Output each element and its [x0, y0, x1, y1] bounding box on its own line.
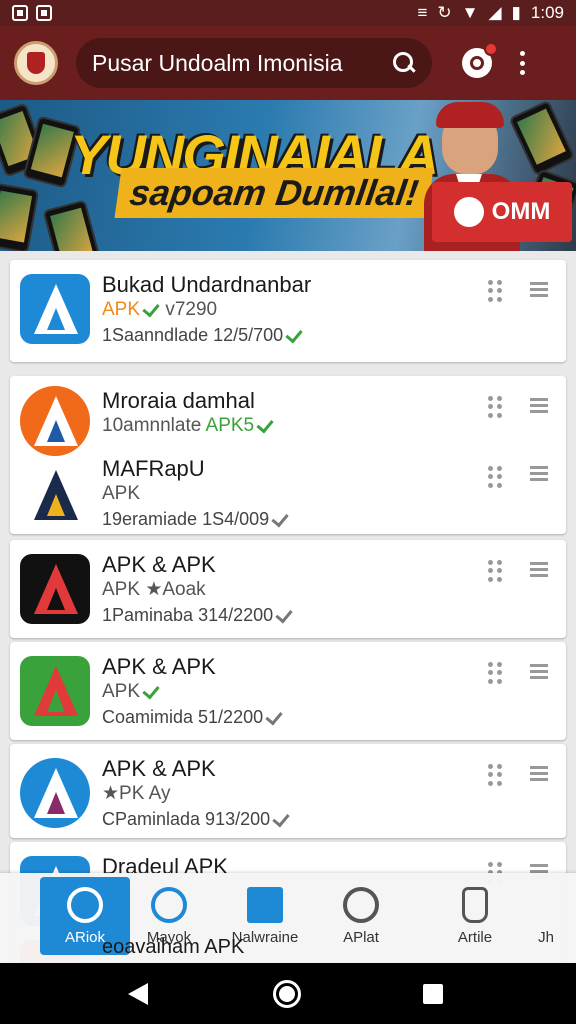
nav-item-aplat[interactable]: APlat	[316, 877, 406, 955]
banner-button-label: OMM	[491, 198, 551, 225]
home-icon	[67, 887, 103, 923]
app-version: v7290	[165, 299, 218, 320]
list-item[interactable]: APK & APK APK Coamimida 51/2200	[10, 642, 566, 730]
drag-handle-icon[interactable]	[488, 280, 502, 302]
verified-icon	[273, 511, 289, 527]
menu-icon[interactable]	[530, 664, 548, 682]
notification-icon[interactable]	[462, 42, 498, 78]
list-item[interactable]: APK & APK APK ★Aoak 1Paminaba 314/2200	[10, 540, 566, 628]
battery-icon: ▮	[511, 3, 521, 22]
wifi-icon: ▼	[461, 3, 479, 22]
app-title: Bukad Undardnanbar	[102, 272, 312, 297]
clock: 1:09	[530, 3, 564, 22]
verified-icon	[144, 301, 160, 317]
app-title: APK & APK	[102, 552, 216, 577]
badge-icon	[453, 197, 484, 227]
nav-item-more[interactable]: Jh	[516, 877, 576, 955]
verified-icon	[277, 607, 293, 623]
list-item[interactable]: APK & APK ★PK Ay CPaminlada 913/200	[10, 744, 566, 832]
drag-handle-icon[interactable]	[488, 466, 502, 488]
nav-item-artile[interactable]: Artile	[430, 877, 520, 955]
list-card: APK & APK APK Coamimida 51/2200	[10, 642, 566, 740]
banner-subtitle: sapoam Dumllal!	[114, 168, 434, 218]
bottom-nav: ARiok Mayok Nalwraine APlat Artile Jh	[0, 873, 576, 963]
app-date: 1Saanndlade 12/5/700	[102, 325, 284, 345]
list-item[interactable]: MAFRapU APK 19eramiade 1S4/009	[10, 450, 566, 538]
app-title: MAFRapU	[102, 456, 205, 481]
back-icon[interactable]	[128, 983, 148, 1005]
app-icon	[20, 554, 90, 624]
app-logo[interactable]	[14, 41, 58, 85]
target-icon	[343, 887, 379, 923]
app-date: Coamimida 51/2200	[102, 707, 264, 727]
list-card: Bukad Undardnanbar APK v7290 1Saanndlade…	[10, 260, 566, 362]
peek-app-title: eoavaiham APK	[102, 936, 245, 958]
hand-icon	[462, 887, 488, 923]
home-button-icon[interactable]	[273, 980, 301, 1008]
sync-icon: ↻	[437, 3, 452, 22]
drag-handle-icon[interactable]	[488, 662, 502, 684]
app-type: APK	[102, 681, 141, 702]
app-type: APK	[102, 579, 141, 600]
app-date: 10amnnlate	[102, 415, 202, 436]
drag-handle-icon[interactable]	[488, 560, 502, 582]
system-nav-bar	[0, 963, 576, 1024]
app-icon	[20, 274, 90, 344]
verified-icon	[274, 811, 290, 827]
search-icon[interactable]	[392, 51, 416, 75]
app-type: APK	[102, 299, 141, 320]
nav-label: Jh	[538, 929, 554, 946]
list-item[interactable]: Bukad Undardnanbar APK v7290 1Saanndlade…	[10, 260, 566, 348]
app-title: APK & APK	[102, 654, 216, 679]
app-title: Mroraia damhal	[102, 388, 255, 413]
gallery-icon	[12, 5, 28, 21]
verified-icon	[144, 683, 160, 699]
app-type: APK	[102, 483, 141, 504]
verified-icon	[267, 709, 283, 725]
banner-button[interactable]: OMM	[432, 182, 572, 242]
list-card: APK & APK APK ★Aoak 1Paminaba 314/2200	[10, 540, 566, 638]
menu-icon[interactable]	[530, 282, 548, 300]
app-date: 1Paminaba 314/2200	[102, 605, 274, 625]
list-card: APK & APK ★PK Ay CPaminlada 913/200	[10, 744, 566, 838]
notification-badge	[484, 42, 498, 56]
app-icon	[20, 386, 90, 456]
menu-icon[interactable]	[530, 562, 548, 580]
signal-icon: ◢	[488, 3, 502, 22]
app-date: 19eramiade 1S4/009	[102, 509, 270, 529]
save-icon	[36, 5, 52, 21]
phone-image	[42, 199, 102, 251]
nav-label: APlat	[343, 929, 379, 946]
nav-label: Artile	[457, 929, 493, 946]
status-bar: ≡ ↻ ▼ ◢ ▮ 1:09	[0, 0, 576, 26]
list-card: Mroraia damhal 10amnnlate APK5 MAFRapU A…	[10, 376, 566, 534]
app-icon	[20, 758, 90, 828]
vibrate-icon: ≡	[417, 3, 428, 22]
more-options-icon[interactable]	[518, 51, 526, 75]
app-icon	[20, 656, 90, 726]
app-icon	[20, 460, 90, 530]
app-title: APK & APK	[102, 756, 216, 781]
search-bar[interactable]: Pusar Undoalm Imonisia	[76, 38, 432, 88]
chart-icon	[247, 887, 283, 923]
app-bar: Pusar Undoalm Imonisia	[0, 26, 576, 100]
recent-apps-icon[interactable]	[423, 984, 443, 1004]
verified-icon	[287, 327, 303, 343]
drag-handle-icon[interactable]	[488, 764, 502, 786]
app-version: ★Aoak	[145, 579, 206, 600]
promo-banner[interactable]: YUNGINAIALA sapoam Dumllal! OMM	[0, 100, 576, 251]
app-type: APK5	[205, 415, 255, 436]
verified-icon	[258, 417, 274, 433]
search-input[interactable]: Pusar Undoalm Imonisia	[92, 50, 392, 77]
face-icon	[151, 887, 187, 923]
phone-image	[0, 182, 40, 251]
app-version: Ay	[148, 783, 171, 804]
menu-icon[interactable]	[530, 398, 548, 416]
menu-icon[interactable]	[530, 466, 548, 484]
app-type: ★PK	[102, 783, 145, 804]
app-date: CPaminlada 913/200	[102, 809, 271, 829]
menu-icon[interactable]	[530, 766, 548, 784]
drag-handle-icon[interactable]	[488, 396, 502, 418]
